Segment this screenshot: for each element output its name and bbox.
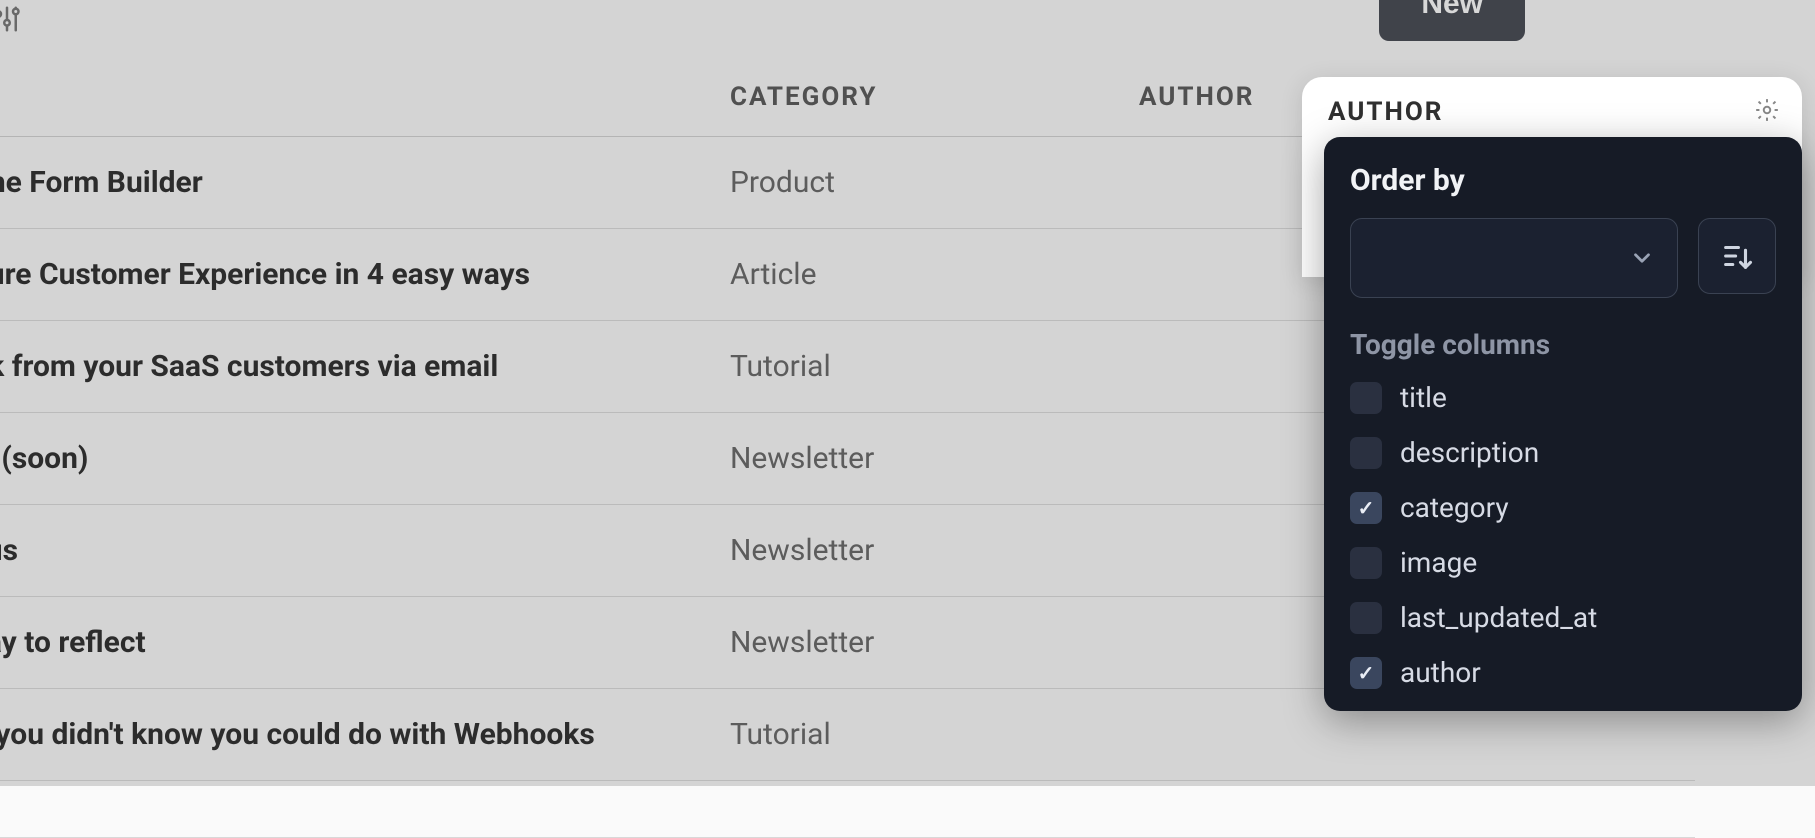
- checkbox[interactable]: ✓: [1350, 492, 1382, 524]
- toggle-column-author[interactable]: ✓ author: [1350, 656, 1776, 689]
- toggle-column-image[interactable]: image: [1350, 546, 1776, 579]
- cell-title: ch again (soon): [0, 413, 730, 505]
- check-icon: ✓: [1358, 498, 1375, 518]
- cell-category: Product: [730, 137, 1138, 229]
- column-settings-popover: AUTHOR Order by: [1302, 77, 1802, 277]
- order-by-label: Order by: [1350, 163, 1776, 198]
- check-icon: ✓: [1358, 663, 1375, 683]
- checkbox[interactable]: [1350, 437, 1382, 469]
- cell-title: to measure Customer Experience in 4 easy…: [0, 229, 730, 321]
- toggle-column-title[interactable]: title: [1350, 381, 1776, 414]
- cell-category: Tutorial: [730, 321, 1138, 413]
- cell-title: e things you didn't know you could do wi…: [0, 689, 730, 781]
- column-header-title[interactable]: E: [0, 58, 730, 137]
- toggle-label-text: title: [1400, 381, 1447, 414]
- checkbox[interactable]: [1350, 547, 1382, 579]
- column-header-category[interactable]: CATEGORY: [730, 58, 1138, 137]
- toggle-column-description[interactable]: description: [1350, 436, 1776, 469]
- cell-title: [0, 781, 730, 838]
- popover-header: AUTHOR: [1328, 97, 1776, 127]
- toggle-label-text: category: [1400, 491, 1509, 524]
- cell-category: Newsletter: [730, 413, 1138, 505]
- cell-category: Article: [730, 229, 1138, 321]
- gear-icon[interactable]: [1754, 97, 1780, 127]
- cell-category: Newsletter: [730, 597, 1138, 689]
- toggle-column-category[interactable]: ✓ category: [1350, 491, 1776, 524]
- checkbox[interactable]: [1350, 382, 1382, 414]
- cell-title: feedback from your SaaS customers via em…: [0, 321, 730, 413]
- toggle-label-text: image: [1400, 546, 1477, 579]
- chevron-down-icon: [1629, 245, 1655, 271]
- sort-direction-button[interactable]: [1698, 218, 1776, 294]
- toggle-columns-label: Toggle columns: [1350, 328, 1776, 361]
- cell-author: [1138, 781, 1695, 838]
- cell-category: Tutorial: [730, 689, 1138, 781]
- cell-category: [730, 781, 1138, 838]
- toggle-label-text: last_updated_at: [1400, 601, 1597, 634]
- new-button[interactable]: New: [1379, 0, 1525, 41]
- checkbox[interactable]: [1350, 602, 1382, 634]
- order-by-select[interactable]: [1350, 218, 1678, 298]
- toggle-label-text: author: [1400, 656, 1481, 689]
- cell-title: time away to reflect: [0, 597, 730, 689]
- cell-title: ducing the Form Builder: [0, 137, 730, 229]
- sort-descending-icon: [1720, 239, 1754, 273]
- toggle-column-last_updated_at[interactable]: last_updated_at: [1350, 601, 1776, 634]
- table-row[interactable]: [0, 781, 1695, 838]
- checkbox[interactable]: ✓: [1350, 657, 1382, 689]
- sliders-icon[interactable]: [0, 4, 22, 34]
- cell-title: new focus: [0, 505, 730, 597]
- toggle-label-text: description: [1400, 436, 1539, 469]
- cell-category: Newsletter: [730, 505, 1138, 597]
